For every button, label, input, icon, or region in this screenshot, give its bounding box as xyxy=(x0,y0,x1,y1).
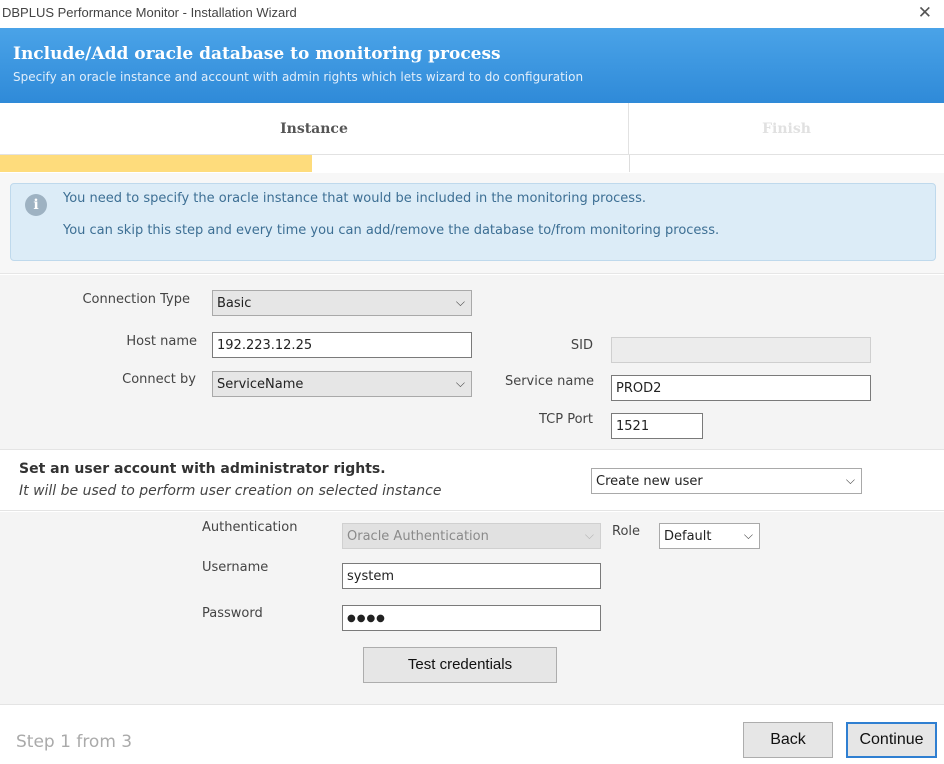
tab-instance-label: Instance xyxy=(280,121,348,137)
progress-bar xyxy=(0,155,944,172)
service-name-label: Service name xyxy=(504,374,594,389)
info-box: i You need to specify the oracle instanc… xyxy=(10,183,936,261)
authentication-value: Oracle Authentication xyxy=(347,529,489,544)
user-mode-select[interactable]: Create new user ⌵ xyxy=(591,468,862,494)
connection-type-select[interactable]: Basic ⌵ xyxy=(212,290,472,316)
tcp-port-input[interactable]: 1521 xyxy=(611,413,703,439)
page-subtitle: Specify an oracle instance and account w… xyxy=(13,70,584,84)
back-button[interactable]: Back xyxy=(743,722,833,758)
connection-section: Connection Type Basic ⌵ Host name 192.22… xyxy=(0,275,944,450)
username-input[interactable]: system xyxy=(342,563,601,589)
page-title: Include/Add oracle database to monitorin… xyxy=(13,44,501,64)
connect-by-value: ServiceName xyxy=(217,377,304,392)
role-value: Default xyxy=(664,529,712,544)
connection-type-label: Connection Type xyxy=(82,292,190,307)
connection-type-value: Basic xyxy=(217,296,252,311)
tcp-port-label: TCP Port xyxy=(539,412,593,427)
role-label: Role xyxy=(612,524,641,539)
admin-account-section: Set an user account with administrator r… xyxy=(0,451,944,511)
progress-fill xyxy=(0,155,312,172)
username-label: Username xyxy=(202,560,269,575)
tab-instance[interactable]: Instance xyxy=(0,103,629,155)
chevron-down-icon: ⌵ xyxy=(845,473,855,487)
chevron-down-icon: ⌵ xyxy=(584,528,594,542)
close-icon[interactable]: ✕ xyxy=(918,3,932,23)
sid-label: SID xyxy=(570,338,593,353)
service-name-input[interactable]: PROD2 xyxy=(611,375,871,401)
chevron-down-icon: ⌵ xyxy=(455,376,465,390)
host-name-label: Host name xyxy=(126,334,197,349)
tab-finish[interactable]: Finish xyxy=(629,103,944,155)
progress-divider xyxy=(629,155,630,172)
window-title: DBPLUS Performance Monitor - Installatio… xyxy=(2,5,297,20)
chevron-down-icon: ⌵ xyxy=(743,528,753,542)
host-name-input[interactable]: 192.223.12.25 xyxy=(212,332,472,358)
info-text-2: You can skip this step and every time yo… xyxy=(63,223,720,238)
admin-section-subtitle: It will be used to perform user creation… xyxy=(19,483,442,499)
connect-by-select[interactable]: ServiceName ⌵ xyxy=(212,371,472,397)
wizard-header: Include/Add oracle database to monitorin… xyxy=(0,28,944,103)
user-mode-value: Create new user xyxy=(596,474,703,489)
test-credentials-button[interactable]: Test credentials xyxy=(363,647,557,683)
window-titlebar: DBPLUS Performance Monitor - Installatio… xyxy=(0,0,944,28)
info-section: i You need to specify the oracle instanc… xyxy=(0,173,944,274)
info-text-1: You need to specify the oracle instance … xyxy=(63,191,646,206)
step-indicator: Step 1 from 3 xyxy=(16,732,133,752)
role-select[interactable]: Default ⌵ xyxy=(659,523,760,549)
tab-finish-label: Finish xyxy=(762,121,811,137)
continue-button[interactable]: Continue xyxy=(846,722,937,758)
credentials-section: Authentication Oracle Authentication ⌵ R… xyxy=(0,512,944,705)
wizard-steps: Instance Finish xyxy=(0,103,944,172)
admin-section-title: Set an user account with administrator r… xyxy=(19,461,386,477)
info-icon: i xyxy=(25,194,47,216)
authentication-label: Authentication xyxy=(202,520,298,535)
wizard-footer: Step 1 from 3 Back Continue xyxy=(0,706,944,764)
authentication-select[interactable]: Oracle Authentication ⌵ xyxy=(342,523,601,549)
chevron-down-icon: ⌵ xyxy=(455,295,465,309)
sid-input[interactable] xyxy=(611,337,871,363)
password-input[interactable]: ●●●● xyxy=(342,605,601,631)
password-label: Password xyxy=(202,606,263,621)
connect-by-label: Connect by xyxy=(122,372,196,387)
